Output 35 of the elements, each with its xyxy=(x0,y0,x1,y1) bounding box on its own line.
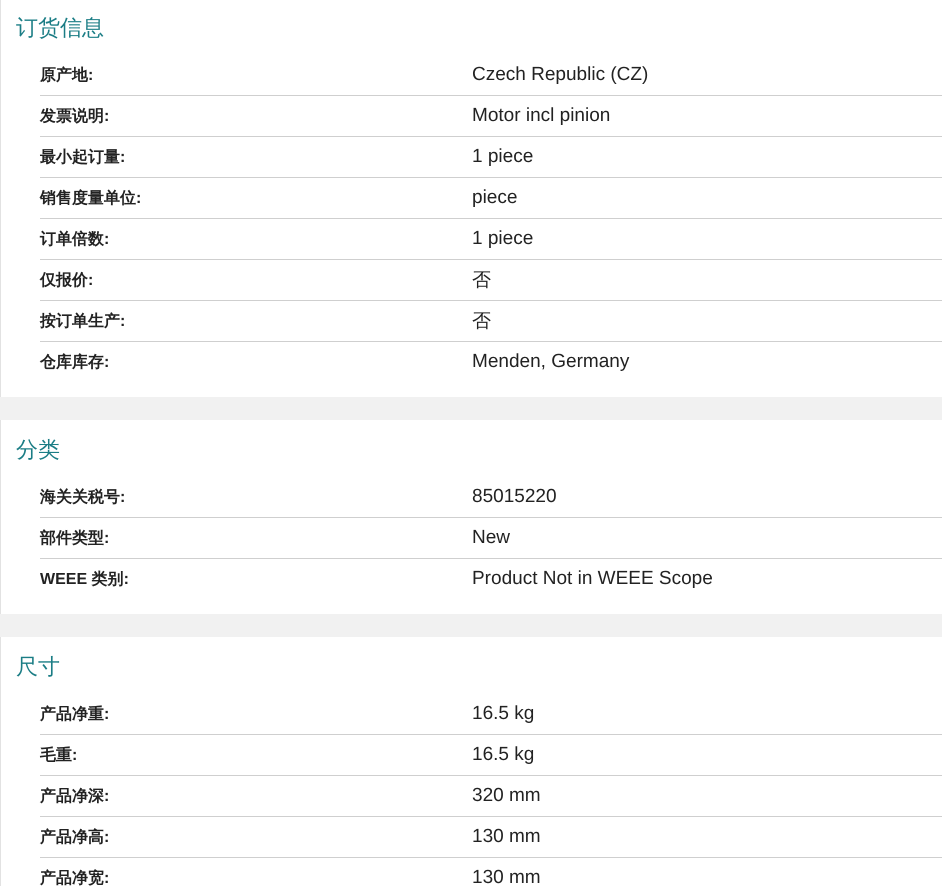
field-label: WEEE 类别: xyxy=(40,570,130,590)
field-label: 仅报价: xyxy=(40,270,94,290)
field-label: 产品净深: xyxy=(40,786,110,806)
field-label: 产品净高: xyxy=(40,827,110,848)
field-label: 产品净重: xyxy=(40,704,110,724)
section-title: 分类 xyxy=(15,436,61,464)
field-label: 部件类型: xyxy=(40,528,110,548)
field-label: 仓库库存: xyxy=(40,352,110,372)
field-value: 1 piece xyxy=(472,146,534,168)
field-label: 发票说明: xyxy=(40,106,110,126)
field-label: 原产地: xyxy=(40,65,94,86)
field-label: 按订单生产: xyxy=(40,311,126,332)
field-label: 毛重: xyxy=(40,745,78,766)
field-value: Czech Republic (CZ) xyxy=(472,64,650,86)
field-value: Product Not in WEEE Scope xyxy=(472,568,714,590)
field-label: 产品净宽: xyxy=(40,868,110,886)
field-value: 85015220 xyxy=(472,486,558,508)
field-label: 最小起订量: xyxy=(40,148,126,168)
field-value: 16.5 kg xyxy=(472,744,536,766)
section-title: 订货信息 xyxy=(15,14,105,42)
field-value: 否 xyxy=(472,269,492,293)
field-value: 16.5 kg xyxy=(472,703,536,725)
field-value: 1 piece xyxy=(472,228,534,250)
field-label: 海关关税号: xyxy=(40,487,126,508)
field-value: Menden, Germany xyxy=(472,351,630,373)
field-value: 否 xyxy=(472,310,492,334)
field-value: New xyxy=(472,527,512,549)
field-label: 订单倍数: xyxy=(40,229,110,250)
field-value: Motor incl pinion xyxy=(472,105,612,127)
field-value: 320 mm xyxy=(472,785,542,807)
field-value: 130 mm xyxy=(472,867,542,886)
field-value: 130 mm xyxy=(472,826,542,848)
section-title: 尺寸 xyxy=(15,653,61,681)
field-value: piece xyxy=(472,187,518,209)
field-label: 销售度量单位: xyxy=(40,188,142,208)
